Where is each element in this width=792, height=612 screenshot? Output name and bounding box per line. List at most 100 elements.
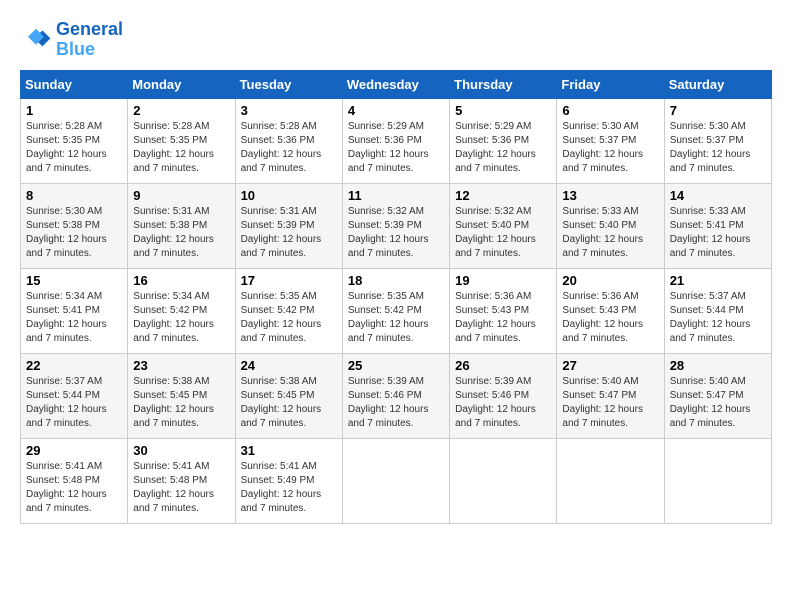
day-info: Sunrise: 5:41 AMSunset: 5:49 PMDaylight:… <box>241 460 337 516</box>
day-info: Sunrise: 5:32 AMSunset: 5:39 PMDaylight:… <box>348 205 444 261</box>
day-cell: 18Sunrise: 5:35 AMSunset: 5:42 PMDayligh… <box>342 268 449 353</box>
day-info: Sunrise: 5:35 AMSunset: 5:42 PMDaylight:… <box>241 290 337 346</box>
day-number: 18 <box>348 273 444 288</box>
week-row-5: 29Sunrise: 5:41 AMSunset: 5:48 PMDayligh… <box>21 438 772 523</box>
day-cell: 28 Sunrise: 5:40 AMSunset: 5:47 PMDayligh… <box>664 353 771 438</box>
day-number: 12 <box>455 188 551 203</box>
day-cell: 19 Sunrise: 5:36 AMSunset: 5:43 PMDayligh… <box>450 268 557 353</box>
day-header-friday: Friday <box>557 70 664 98</box>
day-number: 10 <box>241 188 337 203</box>
day-info: Sunrise: 5:28 AMSunset: 5:35 PMDaylight:… <box>133 120 229 176</box>
day-number: 20 <box>562 273 658 288</box>
logo-text: General Blue <box>56 20 123 60</box>
day-info: Sunrise: 5:30 AMSunset: 5:37 PMDaylight:… <box>562 120 658 176</box>
calendar-table: SundayMondayTuesdayWednesdayThursdayFrid… <box>20 70 772 524</box>
day-cell: 21 Sunrise: 5:37 AMSunset: 5:44 PMDayligh… <box>664 268 771 353</box>
day-info: Sunrise: 5:38 AMSunset: 5:45 PMDaylight:… <box>133 375 229 431</box>
header-row: SundayMondayTuesdayWednesdayThursdayFrid… <box>21 70 772 98</box>
day-cell: 2 Sunrise: 5:28 AMSunset: 5:35 PMDaylight… <box>128 98 235 183</box>
logo: General Blue <box>20 20 123 60</box>
day-header-saturday: Saturday <box>664 70 771 98</box>
day-number: 8 <box>26 188 122 203</box>
day-info: Sunrise: 5:34 AMSunset: 5:41 PMDaylight:… <box>26 290 122 346</box>
day-number: 22 <box>26 358 122 373</box>
day-info: Sunrise: 5:40 AMSunset: 5:47 PMDaylight:… <box>670 375 766 431</box>
day-info: Sunrise: 5:34 AMSunset: 5:42 PMDaylight:… <box>133 290 229 346</box>
day-info: Sunrise: 5:37 AMSunset: 5:44 PMDaylight:… <box>26 375 122 431</box>
day-info: Sunrise: 5:37 AMSunset: 5:44 PMDaylight:… <box>670 290 766 346</box>
day-info: Sunrise: 5:29 AMSunset: 5:36 PMDaylight:… <box>348 120 444 176</box>
week-row-3: 15 Sunrise: 5:34 AMSunset: 5:41 PMDayligh… <box>21 268 772 353</box>
day-info: Sunrise: 5:30 AMSunset: 5:37 PMDaylight:… <box>670 120 766 176</box>
day-info: Sunrise: 5:39 AMSunset: 5:46 PMDaylight:… <box>348 375 444 431</box>
day-number: 30 <box>133 443 229 458</box>
day-cell: 6 Sunrise: 5:30 AMSunset: 5:37 PMDaylight… <box>557 98 664 183</box>
day-number: 31 <box>241 443 337 458</box>
day-info: Sunrise: 5:36 AMSunset: 5:43 PMDaylight:… <box>455 290 551 346</box>
day-info: Sunrise: 5:32 AMSunset: 5:40 PMDaylight:… <box>455 205 551 261</box>
day-cell: 22 Sunrise: 5:37 AMSunset: 5:44 PMDayligh… <box>21 353 128 438</box>
day-cell: 4 Sunrise: 5:29 AMSunset: 5:36 PMDaylight… <box>342 98 449 183</box>
day-number: 9 <box>133 188 229 203</box>
day-number: 17 <box>241 273 337 288</box>
day-cell: 11 Sunrise: 5:32 AMSunset: 5:39 PMDayligh… <box>342 183 449 268</box>
day-number: 19 <box>455 273 551 288</box>
day-cell <box>450 438 557 523</box>
day-cell: 12 Sunrise: 5:32 AMSunset: 5:40 PMDayligh… <box>450 183 557 268</box>
day-info: Sunrise: 5:40 AMSunset: 5:47 PMDaylight:… <box>562 375 658 431</box>
day-number: 14 <box>670 188 766 203</box>
day-number: 6 <box>562 103 658 118</box>
day-info: Sunrise: 5:39 AMSunset: 5:46 PMDaylight:… <box>455 375 551 431</box>
day-cell: 29Sunrise: 5:41 AMSunset: 5:48 PMDayligh… <box>21 438 128 523</box>
day-cell: 30 Sunrise: 5:41 AMSunset: 5:48 PMDayligh… <box>128 438 235 523</box>
day-info: Sunrise: 5:33 AMSunset: 5:40 PMDaylight:… <box>562 205 658 261</box>
day-cell: 3 Sunrise: 5:28 AMSunset: 5:36 PMDaylight… <box>235 98 342 183</box>
calendar-header: SundayMondayTuesdayWednesdayThursdayFrid… <box>21 70 772 98</box>
day-cell: 14 Sunrise: 5:33 AMSunset: 5:41 PMDayligh… <box>664 183 771 268</box>
day-number: 28 <box>670 358 766 373</box>
page-header: General Blue <box>20 20 772 60</box>
day-cell: 17 Sunrise: 5:35 AMSunset: 5:42 PMDayligh… <box>235 268 342 353</box>
day-cell <box>664 438 771 523</box>
day-cell: 20 Sunrise: 5:36 AMSunset: 5:43 PMDayligh… <box>557 268 664 353</box>
day-info: Sunrise: 5:41 AMSunset: 5:48 PMDaylight:… <box>133 460 229 516</box>
day-number: 26 <box>455 358 551 373</box>
day-cell: 10 Sunrise: 5:31 AMSunset: 5:39 PMDayligh… <box>235 183 342 268</box>
day-cell: 1 Sunrise: 5:28 AMSunset: 5:35 PMDaylight… <box>21 98 128 183</box>
week-row-1: 1 Sunrise: 5:28 AMSunset: 5:35 PMDaylight… <box>21 98 772 183</box>
day-number: 23 <box>133 358 229 373</box>
day-info: Sunrise: 5:31 AMSunset: 5:38 PMDaylight:… <box>133 205 229 261</box>
day-number: 3 <box>241 103 337 118</box>
day-number: 24 <box>241 358 337 373</box>
day-cell: 8 Sunrise: 5:30 AMSunset: 5:38 PMDaylight… <box>21 183 128 268</box>
day-info: Sunrise: 5:33 AMSunset: 5:41 PMDaylight:… <box>670 205 766 261</box>
day-cell: 26 Sunrise: 5:39 AMSunset: 5:46 PMDayligh… <box>450 353 557 438</box>
day-header-tuesday: Tuesday <box>235 70 342 98</box>
day-number: 7 <box>670 103 766 118</box>
day-cell: 24Sunrise: 5:38 AMSunset: 5:45 PMDayligh… <box>235 353 342 438</box>
day-number: 4 <box>348 103 444 118</box>
day-cell: 25 Sunrise: 5:39 AMSunset: 5:46 PMDayligh… <box>342 353 449 438</box>
day-number: 1 <box>26 103 122 118</box>
day-info: Sunrise: 5:36 AMSunset: 5:43 PMDaylight:… <box>562 290 658 346</box>
day-info: Sunrise: 5:41 AMSunset: 5:48 PMDaylight:… <box>26 460 122 516</box>
day-cell: 13 Sunrise: 5:33 AMSunset: 5:40 PMDayligh… <box>557 183 664 268</box>
day-number: 2 <box>133 103 229 118</box>
day-number: 16 <box>133 273 229 288</box>
day-number: 5 <box>455 103 551 118</box>
day-info: Sunrise: 5:28 AMSunset: 5:35 PMDaylight:… <box>26 120 122 176</box>
day-cell: 23 Sunrise: 5:38 AMSunset: 5:45 PMDayligh… <box>128 353 235 438</box>
day-number: 21 <box>670 273 766 288</box>
day-number: 11 <box>348 188 444 203</box>
day-info: Sunrise: 5:30 AMSunset: 5:38 PMDaylight:… <box>26 205 122 261</box>
day-info: Sunrise: 5:31 AMSunset: 5:39 PMDaylight:… <box>241 205 337 261</box>
day-number: 15 <box>26 273 122 288</box>
week-row-4: 22 Sunrise: 5:37 AMSunset: 5:44 PMDayligh… <box>21 353 772 438</box>
day-cell: 27 Sunrise: 5:40 AMSunset: 5:47 PMDayligh… <box>557 353 664 438</box>
day-info: Sunrise: 5:28 AMSunset: 5:36 PMDaylight:… <box>241 120 337 176</box>
day-number: 27 <box>562 358 658 373</box>
day-info: Sunrise: 5:29 AMSunset: 5:36 PMDaylight:… <box>455 120 551 176</box>
day-number: 13 <box>562 188 658 203</box>
day-cell <box>342 438 449 523</box>
day-number: 25 <box>348 358 444 373</box>
